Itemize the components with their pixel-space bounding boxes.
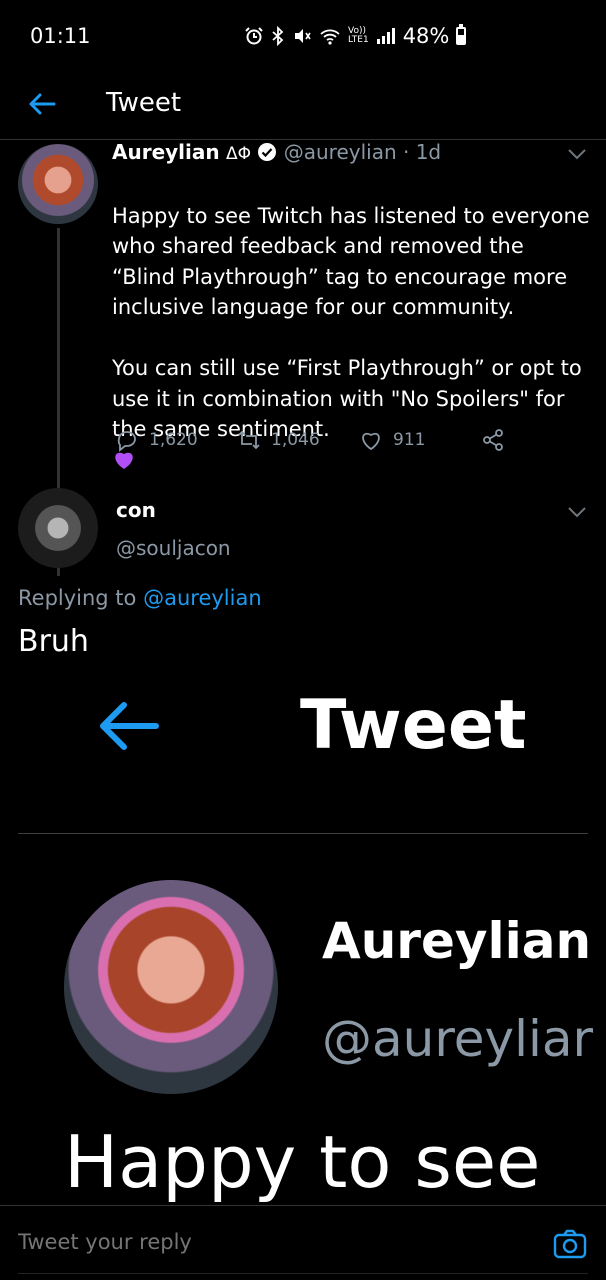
reply-action[interactable]: 1,620 (115, 428, 198, 452)
wifi-icon (320, 29, 340, 45)
share-icon (483, 429, 503, 451)
avatar-con[interactable] (18, 488, 98, 568)
bluetooth-icon (272, 26, 284, 46)
network-label: Vo)) LTE1 (348, 26, 369, 45)
reply-count: 1,620 (149, 430, 198, 450)
tweet-header: Aureylian ΔΦ @aureylian · 1d (112, 140, 441, 164)
heart-icon (362, 432, 380, 451)
chevron-down-icon[interactable] (565, 502, 589, 522)
retweet-icon (238, 430, 260, 450)
battery-percent: 48% (402, 24, 450, 48)
replying-to: Replying to @aureylian (18, 586, 262, 610)
reply-text: Bruh (18, 624, 89, 659)
retweet-action[interactable]: 1,046 (237, 428, 320, 452)
reply-author-name[interactable]: con (116, 498, 156, 522)
like-action[interactable]: 911 (359, 428, 425, 452)
avatar-aureylian[interactable] (18, 144, 98, 224)
signal-icon (376, 28, 395, 44)
author-name-suffix: ΔΦ (226, 144, 252, 164)
status-icons: Vo)) LTE1 48% (244, 24, 467, 48)
status-bar: 01:11 Vo)) LTE1 48% (0, 0, 606, 76)
reply-author-handle: @souljacon (116, 536, 231, 560)
zoomed-handle: @aureyliar (322, 1010, 594, 1068)
alarm-icon (245, 27, 263, 45)
camera-icon[interactable] (552, 1226, 588, 1262)
back-arrow-icon[interactable] (26, 88, 58, 120)
zoomed-title: Tweet (300, 686, 527, 765)
replying-handle-link[interactable]: @aureylian (143, 586, 262, 610)
like-count: 911 (393, 430, 426, 450)
reply-icon (117, 431, 136, 452)
chevron-down-icon[interactable] (565, 144, 589, 164)
battery-icon (456, 24, 467, 45)
zoomed-body: Happy to see (64, 1120, 541, 1204)
bottom-divider (18, 1273, 588, 1274)
verified-badge-icon (258, 143, 277, 161)
page-title: Tweet (106, 88, 182, 118)
mute-icon (295, 29, 311, 43)
divider (18, 833, 588, 834)
app-bar: Tweet (0, 76, 606, 140)
zoomed-name: Aureylian (322, 912, 592, 970)
author-name[interactable]: Aureylian (112, 140, 220, 164)
share-action[interactable] (481, 428, 505, 452)
back-arrow-icon (100, 702, 159, 750)
tweet-text: Happy to see Twitch has listened to ever… (112, 203, 590, 442)
author-handle-time: @aureylian · 1d (283, 140, 442, 164)
replying-prefix: Replying to (18, 586, 137, 610)
reply-input[interactable] (18, 1230, 518, 1254)
status-time: 01:11 (30, 24, 91, 48)
reply-bar (0, 1205, 606, 1280)
attached-image[interactable]: Tweet Aureylian @aureyliar Happy to see (0, 680, 606, 1205)
retweet-count: 1,046 (271, 430, 320, 450)
zoomed-avatar (64, 880, 278, 1094)
